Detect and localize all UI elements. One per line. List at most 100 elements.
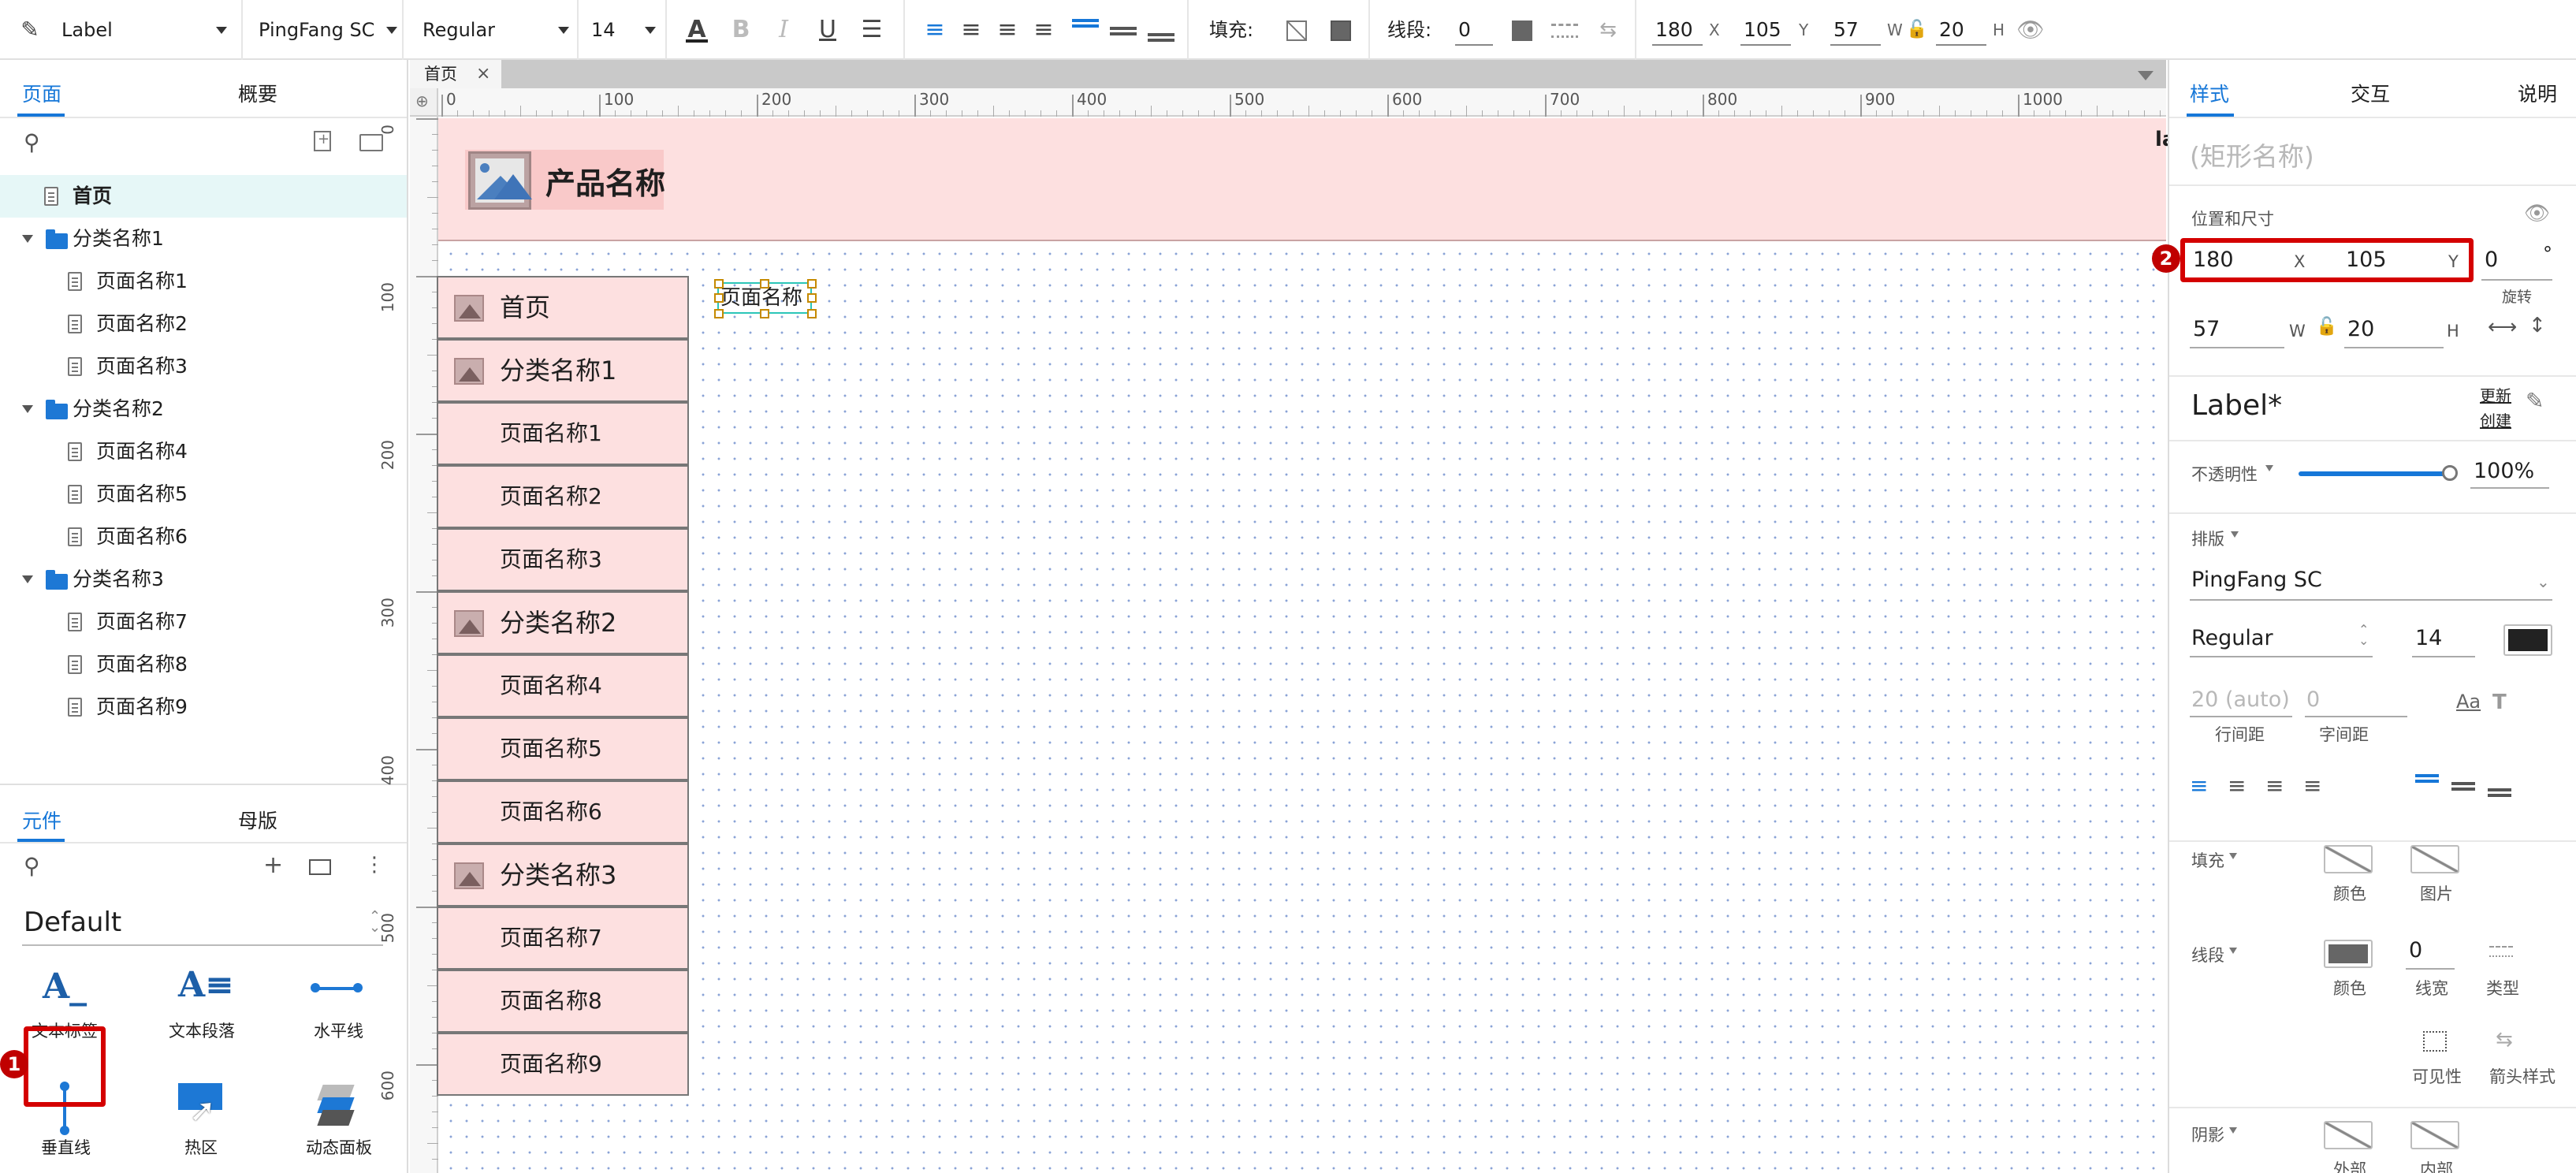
- create-style-link[interactable]: 创建: [2480, 408, 2511, 431]
- align-left-icon[interactable]: ≡: [2190, 773, 2208, 799]
- lock-icon[interactable]: 🔓: [2316, 317, 2337, 337]
- stroke-type-icon[interactable]: [2489, 946, 2513, 957]
- letter-spacing-input[interactable]: 0: [2306, 687, 2320, 712]
- canvas-menu-category[interactable]: 分类名称1: [437, 339, 689, 402]
- font-family-select[interactable]: PingFang SC: [243, 0, 404, 60]
- resize-handle[interactable]: [714, 279, 724, 289]
- tab-outline[interactable]: 概要: [238, 79, 277, 107]
- canvas-menu-item[interactable]: 页面名称8: [437, 970, 689, 1033]
- fill-image-swatch[interactable]: [2410, 845, 2459, 873]
- text-paragraph-widget-icon[interactable]: A≡: [178, 965, 234, 1005]
- shape-name-input[interactable]: (矩形名称): [2190, 136, 2314, 173]
- chevron-down-icon[interactable]: [22, 575, 33, 583]
- tabs-overflow-icon[interactable]: [2138, 71, 2153, 80]
- eye-icon[interactable]: 👁: [2015, 0, 2046, 60]
- toolbar-x-input[interactable]: 180: [1655, 0, 1693, 60]
- horizontal-ruler[interactable]: 0 100 200 300 400 500 600 700 800 900 1000: [438, 88, 2166, 117]
- tab-widgets[interactable]: 元件: [22, 806, 61, 834]
- stroke-type-icon[interactable]: [1551, 24, 1578, 38]
- align-justify-icon[interactable]: ≡: [2303, 773, 2321, 799]
- visibility-icon[interactable]: [2423, 1031, 2447, 1052]
- arrow-style-icon[interactable]: ⇆: [2496, 1028, 2513, 1052]
- fill-none-icon[interactable]: [1286, 20, 1307, 41]
- search-icon[interactable]: ⚲: [24, 129, 40, 155]
- resize-handle[interactable]: [714, 293, 724, 303]
- tree-page[interactable]: 页面名称5: [0, 473, 407, 516]
- tree-page[interactable]: 页面名称2: [0, 303, 407, 345]
- tree-page[interactable]: 页面名称9: [0, 686, 407, 728]
- fill-color-swatch[interactable]: [1331, 20, 1351, 41]
- resize-handle[interactable]: [714, 309, 724, 318]
- valign-bottom-icon[interactable]: [2488, 788, 2511, 791]
- tree-folder[interactable]: 分类名称1: [0, 218, 407, 260]
- canvas-menu-category[interactable]: 分类名称3: [437, 843, 689, 907]
- tab-notes[interactable]: 说明: [2518, 79, 2557, 107]
- add-library-icon[interactable]: +: [263, 851, 283, 879]
- toolbar-h-input[interactable]: 20: [1939, 0, 1964, 60]
- font-weight-select[interactable]: Regular: [404, 0, 579, 60]
- text-case-icon[interactable]: Aa: [2456, 691, 2481, 713]
- tab-interaction[interactable]: 交互: [2351, 79, 2390, 107]
- stroke-color-swatch[interactable]: [1512, 20, 1532, 41]
- horizontal-line-widget-icon[interactable]: [314, 987, 361, 990]
- tree-page[interactable]: 页面名称1: [0, 260, 407, 303]
- text-color-icon[interactable]: A: [683, 0, 711, 60]
- tree-folder[interactable]: 分类名称3: [0, 558, 407, 601]
- font-family-select[interactable]: PingFang SC: [2191, 568, 2322, 592]
- align-left-icon[interactable]: ≡: [921, 0, 949, 60]
- fit-width-icon[interactable]: ⟷: [2488, 315, 2517, 339]
- valign-top-icon[interactable]: [1072, 19, 1099, 22]
- align-center-icon[interactable]: ≡: [2228, 773, 2246, 799]
- rotation-input[interactable]: 0: [2485, 248, 2498, 272]
- canvas-menu-item[interactable]: 页面名称9: [437, 1033, 689, 1096]
- height-input[interactable]: 20: [2347, 317, 2374, 341]
- tree-page[interactable]: 页面名称8: [0, 643, 407, 686]
- canvas-menu-item[interactable]: 页面名称7: [437, 907, 689, 970]
- widget-hotspot[interactable]: 热区: [184, 1135, 218, 1159]
- valign-top-icon[interactable]: [2415, 774, 2439, 777]
- style-name-select[interactable]: Label*: [2191, 389, 2282, 422]
- text-shadow-icon[interactable]: T: [2492, 691, 2507, 714]
- canvas-menu-item[interactable]: 页面名称5: [437, 717, 689, 780]
- document-tab-home[interactable]: 首页 ×: [410, 60, 501, 88]
- text-label-widget-icon[interactable]: A_: [43, 966, 87, 1007]
- opacity-slider-handle[interactable]: [2442, 465, 2458, 481]
- canvas-menu-category[interactable]: 首页: [437, 276, 689, 339]
- tree-page[interactable]: 页面名称3: [0, 345, 407, 388]
- width-input[interactable]: 57: [2193, 317, 2220, 341]
- tab-style[interactable]: 样式: [2190, 79, 2229, 107]
- resize-handle[interactable]: [760, 279, 769, 289]
- tree-folder[interactable]: 分类名称2: [0, 388, 407, 430]
- widget-text-paragraph[interactable]: 文本段落: [169, 1018, 235, 1042]
- add-page-icon[interactable]: +: [314, 131, 331, 151]
- valign-middle-icon[interactable]: [1110, 27, 1137, 30]
- align-right-icon[interactable]: ≡: [2265, 773, 2284, 799]
- shadow-outer-swatch[interactable]: [2324, 1121, 2373, 1149]
- tree-page[interactable]: 页面名称4: [0, 430, 407, 473]
- align-right-icon[interactable]: ≡: [993, 0, 1022, 60]
- edit-style-icon[interactable]: ✎: [2526, 388, 2544, 414]
- canvas-menu-item[interactable]: 页面名称1: [437, 402, 689, 465]
- product-name-text[interactable]: 产品名称: [545, 159, 665, 203]
- widget-vertical-line[interactable]: 垂直线: [41, 1135, 91, 1159]
- font-weight-select[interactable]: Regular: [2191, 626, 2273, 650]
- chevron-down-icon[interactable]: [22, 405, 33, 413]
- bullet-list-icon[interactable]: ☰: [856, 0, 888, 60]
- tab-masters[interactable]: 母版: [238, 806, 277, 834]
- valign-bottom-icon[interactable]: [1148, 33, 1174, 36]
- widget-horizontal-line[interactable]: 水平线: [314, 1018, 363, 1042]
- stroke-color-swatch[interactable]: [2324, 940, 2373, 968]
- tab-pages[interactable]: 页面: [22, 79, 61, 107]
- widget-dynamic-panel[interactable]: 动态面板: [306, 1135, 372, 1159]
- align-justify-icon[interactable]: ≡: [1029, 0, 1058, 60]
- fill-color-swatch[interactable]: [2324, 845, 2373, 873]
- font-size-input[interactable]: 14: [2415, 626, 2442, 650]
- italic-icon[interactable]: I: [769, 0, 798, 60]
- font-size-select[interactable]: 14: [579, 0, 667, 60]
- library-menu-icon[interactable]: [309, 859, 331, 875]
- update-style-link[interactable]: 更新: [2480, 383, 2511, 406]
- search-icon[interactable]: ⚲: [24, 853, 40, 879]
- line-height-input[interactable]: 20 (auto): [2191, 687, 2290, 712]
- header-banner[interactable]: 产品名称 la: [438, 118, 2176, 241]
- more-vertical-icon[interactable]: ⋮: [364, 853, 385, 877]
